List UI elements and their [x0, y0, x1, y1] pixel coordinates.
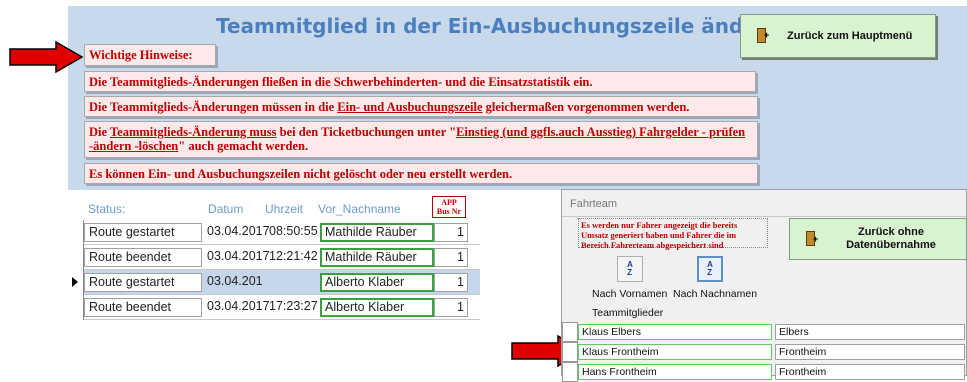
record-selector[interactable] — [562, 342, 578, 362]
record-selector-current[interactable] — [68, 270, 84, 295]
popup-title: Fahrteam — [570, 198, 618, 210]
exit-door-icon: + — [804, 230, 820, 248]
member-fullname[interactable]: Klaus Elbers — [578, 324, 772, 340]
member-fullname[interactable]: Hans Frontheim — [578, 364, 772, 380]
list-item[interactable]: Klaus Elbers Elbers — [562, 322, 967, 342]
status-cell[interactable]: Route beendet — [84, 298, 202, 317]
pointer-arrow-icon — [9, 40, 84, 74]
sort-by-firstname-label: Nach Vornamen — [592, 288, 668, 300]
column-header-datum: Datum — [208, 202, 244, 216]
record-selector[interactable] — [562, 362, 578, 382]
bus-number-cell[interactable]: 1 — [434, 248, 468, 267]
time-cell: 17:23:27 — [269, 299, 318, 313]
back-without-saving-label: Zurück ohne Datenübernahme — [846, 226, 936, 251]
table-row[interactable]: Route beendet 03.04.2017 17:23:27 Albert… — [68, 295, 480, 320]
list-item[interactable]: Hans Frontheim Frontheim — [562, 362, 967, 382]
note-ticket-bookings: Die Teammitglieds-Änderung muss bei den … — [84, 121, 758, 158]
date-cell: 03.04.201 — [207, 274, 263, 288]
table-row-selected[interactable]: Route gestartet 03.04.201 Alberto Klaber… — [68, 270, 480, 295]
time-cell — [265, 273, 319, 292]
record-selector[interactable] — [68, 220, 84, 245]
date-cell: 03.04.2017 — [207, 299, 269, 313]
divider — [562, 216, 966, 217]
record-selector[interactable] — [562, 322, 578, 342]
column-header-status: Status: — [88, 202, 126, 216]
sort-ascending-button[interactable]: AZ — [617, 256, 643, 282]
name-field[interactable]: Mathilde Räuber — [320, 248, 434, 267]
member-lastname[interactable]: Frontheim — [775, 364, 965, 380]
date-cell: 03.04.2017 — [207, 249, 269, 263]
column-header-name: Vor_Nachname — [318, 202, 401, 216]
popup-note: Es werden nur Fahrer angezeigt die berei… — [578, 218, 768, 250]
record-selector[interactable] — [68, 245, 84, 270]
note-no-delete: Es können Ein- und Ausbuchungszeilen nic… — [84, 163, 758, 184]
bus-number-cell[interactable]: 1 — [434, 273, 468, 292]
column-header-uhrzeit: Uhrzeit — [265, 202, 304, 216]
page-title: Teammitglied in der Ein-Ausbuchungszeile… — [216, 14, 781, 38]
bus-number-cell[interactable]: 1 — [434, 298, 468, 317]
sort-ascending-active-button[interactable]: AZ — [697, 256, 723, 282]
status-cell[interactable]: Route beendet — [84, 248, 202, 267]
note-statistics: Die Teammitglieds-Änderungen fließen in … — [84, 71, 756, 92]
record-selector[interactable] — [68, 295, 84, 320]
name-field[interactable]: Alberto Klaber — [320, 298, 434, 317]
important-notes-header: Wichtige Hinweise: — [84, 44, 216, 66]
bus-number-cell[interactable]: 1 — [434, 223, 468, 242]
table-row[interactable]: Route gestartet 03.04.2017 08:50:55 Math… — [68, 220, 480, 245]
list-item[interactable]: Klaus Frontheim Frontheim — [562, 342, 967, 362]
time-cell: 08:50:55 — [269, 224, 318, 238]
date-cell: 03.04.2017 — [207, 224, 269, 238]
back-to-main-menu-label: Zurück zum Hauptmenü — [787, 30, 913, 42]
status-cell[interactable]: Route gestartet — [84, 223, 202, 242]
name-field[interactable]: Alberto Klaber — [320, 273, 434, 292]
exit-door-icon: + — [755, 27, 771, 45]
note-booking-line: Die Teammitglieds-Änderungen müssen in d… — [84, 96, 758, 117]
sort-az-icon: AZ — [707, 260, 713, 277]
member-lastname[interactable]: Elbers — [775, 324, 965, 340]
member-fullname[interactable]: Klaus Frontheim — [578, 344, 772, 360]
current-record-icon — [72, 277, 78, 287]
sort-by-lastname-label: Nach Nachnamen — [673, 288, 758, 300]
back-without-saving-button[interactable]: + Zurück ohne Datenübernahme — [789, 218, 967, 260]
table-row[interactable]: Route beendet 03.04.2017 12:21:42 Mathil… — [68, 245, 480, 270]
team-members-label: Teammitglieder — [592, 307, 664, 319]
name-field[interactable]: Mathilde Räuber — [320, 223, 434, 242]
time-cell: 12:21:42 — [269, 249, 318, 263]
sort-az-icon: AZ — [627, 260, 633, 277]
member-lastname[interactable]: Frontheim — [775, 344, 965, 360]
column-header-app-bus: APP Bus Nr — [432, 196, 466, 218]
back-to-main-menu-button[interactable]: + Zurück zum Hauptmenü — [740, 14, 936, 58]
status-cell[interactable]: Route gestartet — [84, 273, 202, 292]
